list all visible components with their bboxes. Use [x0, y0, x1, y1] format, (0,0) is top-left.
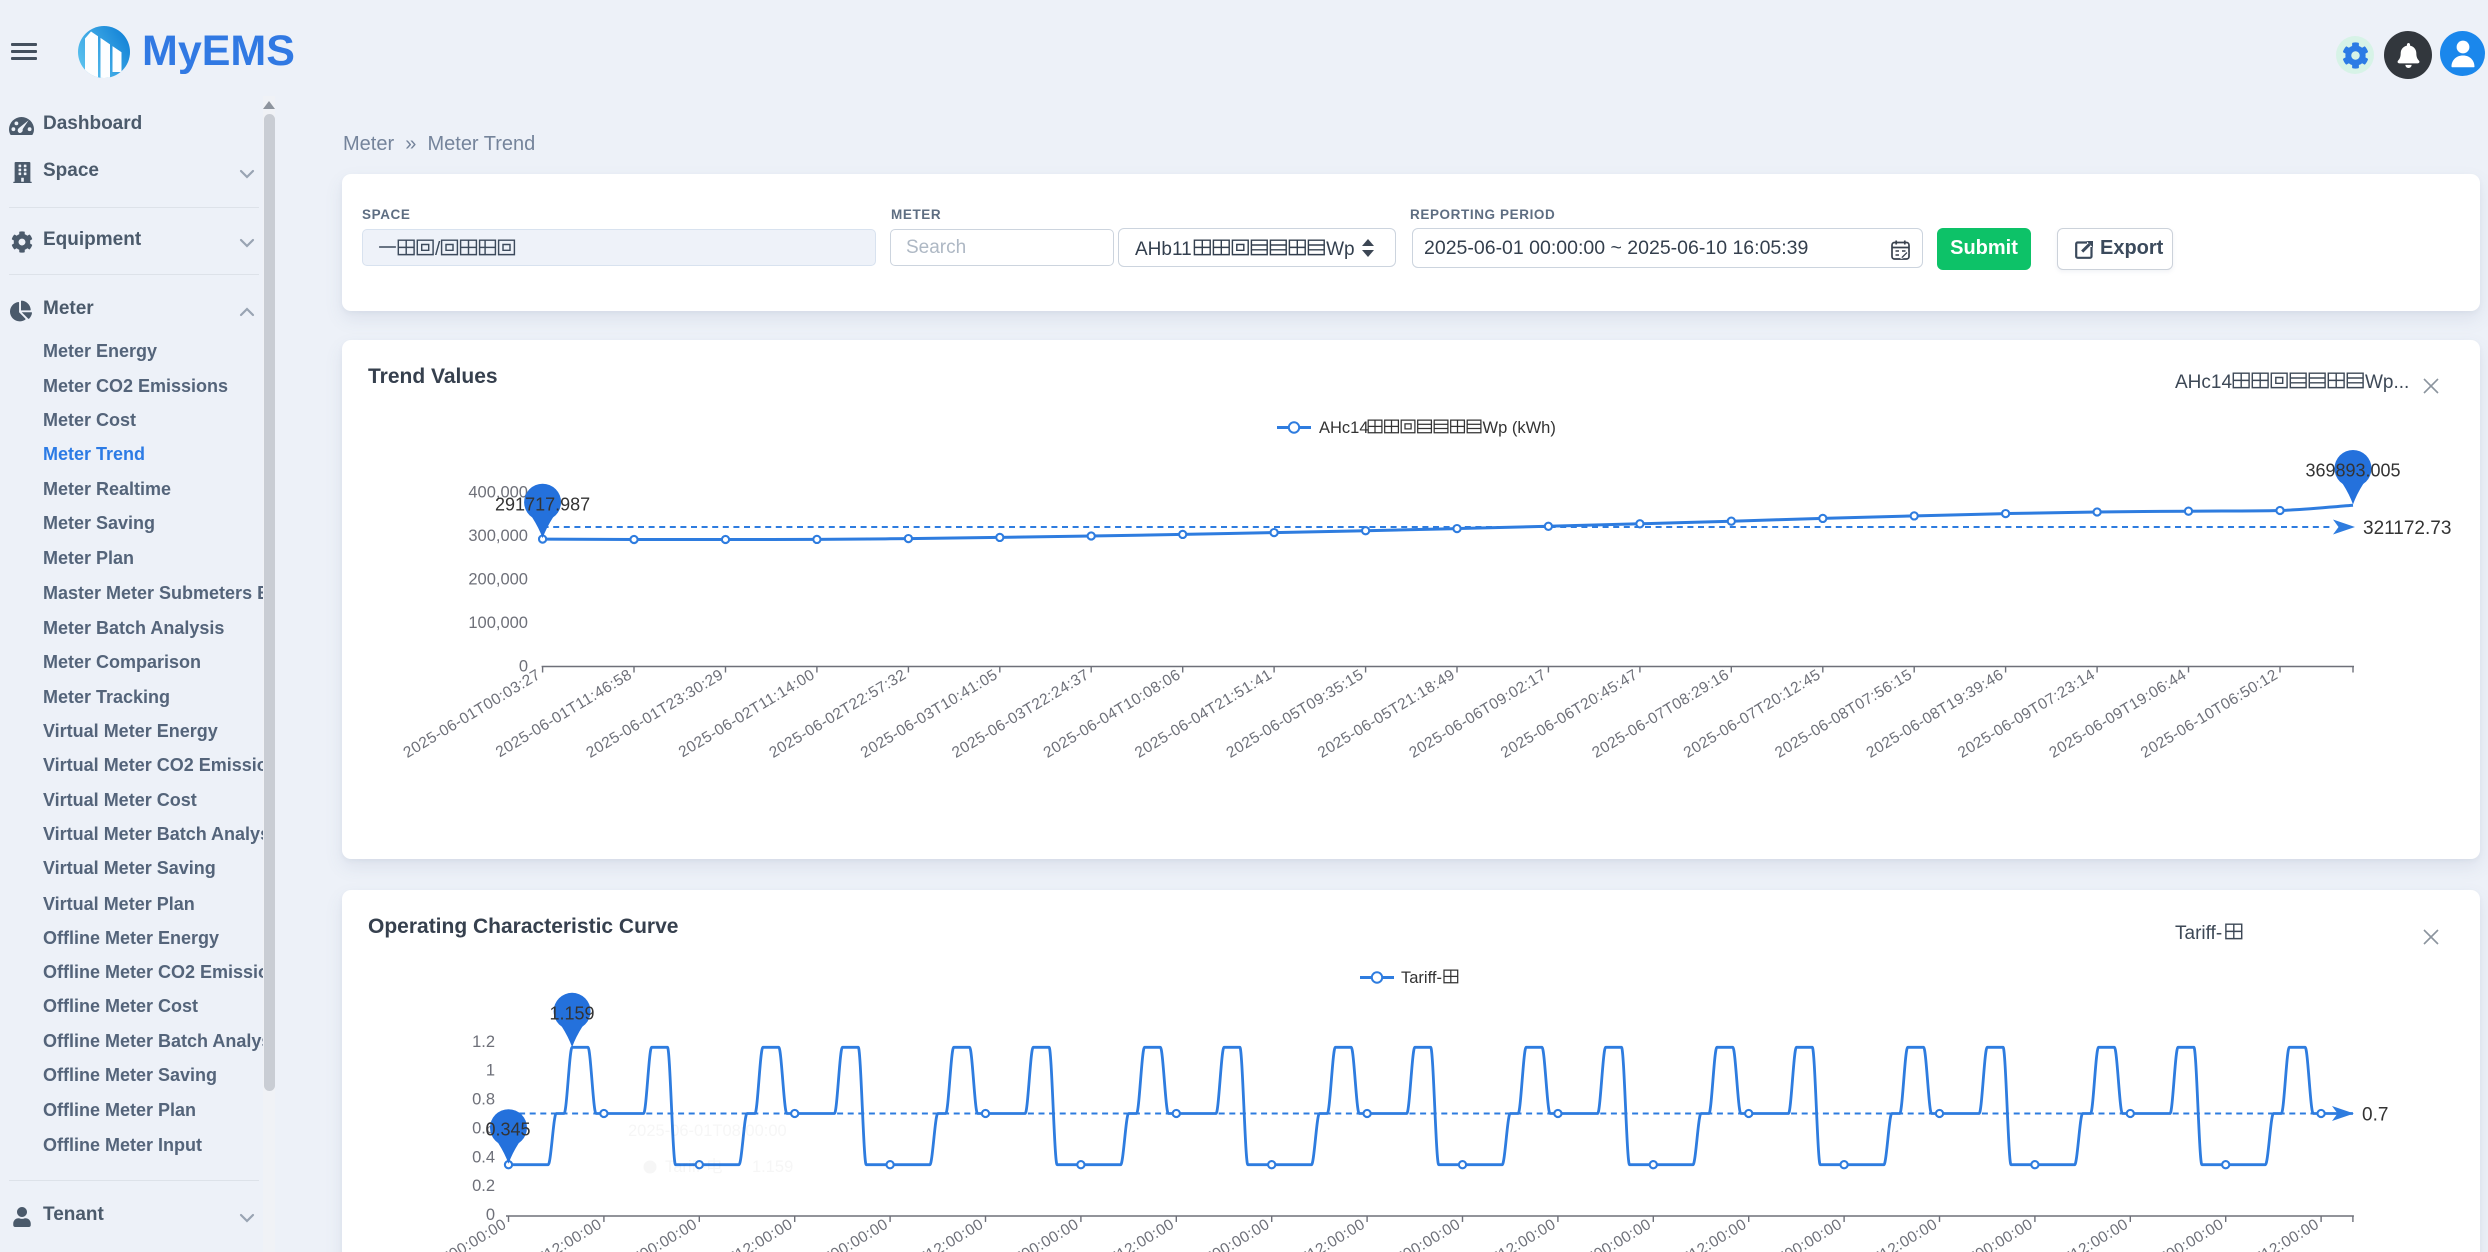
- svg-text:200,000: 200,000: [468, 571, 528, 589]
- svg-text:Tariff-: Tariff-: [1401, 969, 1442, 987]
- svg-text:2025-06-01T08:00:00: 2025-06-01T08:00:00: [628, 1122, 787, 1140]
- svg-text:0.4: 0.4: [472, 1148, 495, 1166]
- svg-text:0.2: 0.2: [472, 1177, 495, 1195]
- svg-text:291717.987: 291717.987: [495, 495, 590, 515]
- svg-text:300,000: 300,000: [468, 527, 528, 545]
- svg-text:369893.005: 369893.005: [2305, 461, 2400, 481]
- svg-text:0.7: 0.7: [2362, 1105, 2388, 1126]
- svg-text:Wp (kWh): Wp (kWh): [1483, 419, 1556, 437]
- svg-text:0.8: 0.8: [472, 1091, 495, 1109]
- svg-text:1.2: 1.2: [472, 1033, 495, 1051]
- svg-text:321172.73: 321172.73: [2363, 518, 2451, 539]
- svg-text:1.159: 1.159: [752, 1158, 793, 1176]
- svg-text:1.159: 1.159: [549, 1003, 594, 1023]
- svg-text:0.345: 0.345: [485, 1120, 530, 1140]
- svg-text:Tariff-电: Tariff-电: [665, 1157, 722, 1176]
- svg-text:AHc14: AHc14: [1319, 419, 1369, 437]
- svg-text:1: 1: [486, 1062, 495, 1080]
- svg-text:100,000: 100,000: [468, 614, 528, 632]
